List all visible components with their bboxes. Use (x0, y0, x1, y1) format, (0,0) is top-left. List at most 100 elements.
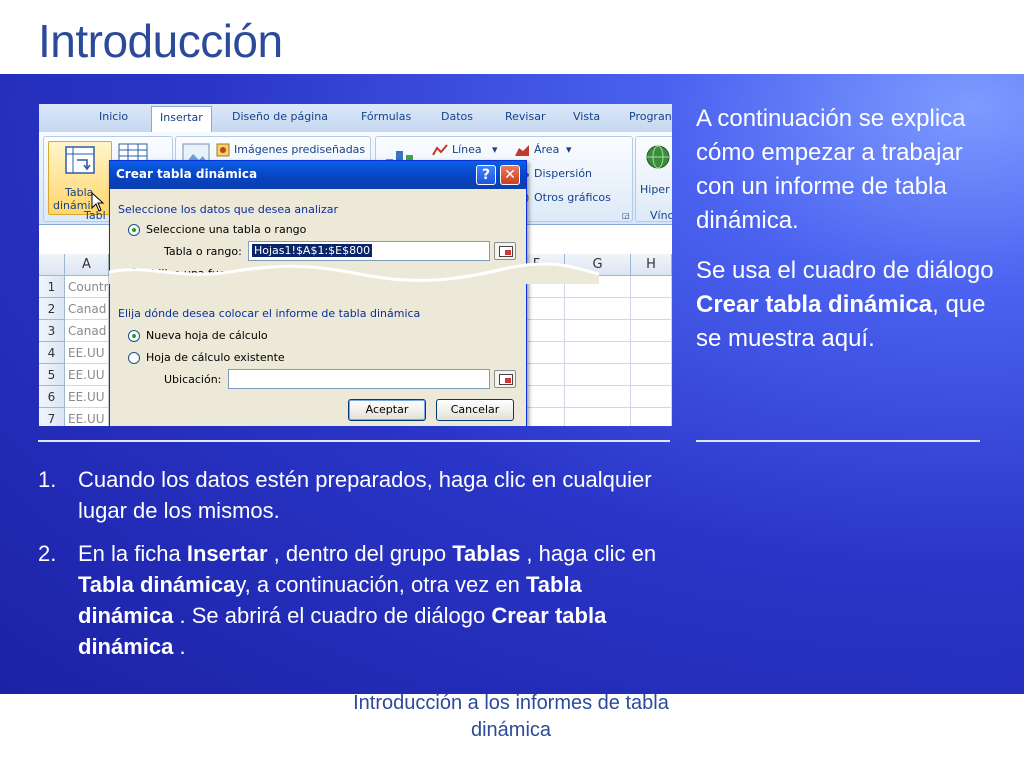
dialog-paragraph: Se usa el cuadro de diálogo Crear tabla … (696, 254, 996, 356)
close-button[interactable]: ✕ (500, 165, 520, 185)
range-label: Tabla o rango: (164, 245, 242, 258)
tab-inicio[interactable]: Inicio (99, 110, 128, 123)
text-run: , haga clic en (520, 541, 657, 566)
table-cell[interactable]: EE.UU (65, 342, 109, 364)
table-cell[interactable] (565, 364, 631, 386)
row-header[interactable]: 3 (39, 320, 65, 342)
dialog-launcher-icon[interactable]: ◲ (622, 211, 630, 220)
dropdown-arrow-icon: ▾ (492, 143, 498, 156)
line-chart-icon (432, 144, 448, 156)
slide-footer: Introducción a los informes de tabla din… (353, 692, 669, 741)
accept-button[interactable]: Aceptar (348, 399, 426, 421)
tab-formulas[interactable]: Fórmulas (361, 110, 411, 123)
table-cell[interactable]: EE.UU (65, 408, 109, 426)
pivot-table-icon (65, 146, 95, 174)
table-cell[interactable]: Canad (65, 320, 109, 342)
table-cell[interactable] (631, 342, 672, 364)
radio-table-range[interactable] (128, 224, 140, 236)
steps-list: 1. Cuando los datos estén preparados, ha… (38, 464, 678, 674)
text-bold: Crear tabla dinámica (696, 291, 933, 318)
hyperlink-label[interactable]: Hiper (640, 183, 670, 196)
slide-title: Introducción (38, 15, 283, 67)
cancel-button[interactable]: Cancelar (436, 399, 514, 421)
column-header-a[interactable]: A (65, 254, 109, 276)
step-1: 1. Cuando los datos estén preparados, ha… (38, 464, 678, 526)
intro-paragraph: A continuación se explica cómo empezar a… (696, 105, 966, 234)
intro-description: A continuación se explica cómo empezar a… (696, 102, 996, 372)
row-header[interactable]: 6 (39, 386, 65, 408)
location-input[interactable] (228, 369, 490, 389)
line-chart-label[interactable]: Línea (452, 143, 482, 156)
excel-screenshot: Inicio Insertar Diseño de página Fórmula… (39, 104, 672, 426)
tab-programador[interactable]: Progran (629, 110, 672, 123)
table-cell[interactable]: EE.UU (65, 364, 109, 386)
radio-existing-sheet[interactable] (128, 352, 140, 364)
tab-insertar[interactable]: Insertar (151, 106, 212, 132)
pivot-label-1: Tabla (65, 186, 94, 199)
dropdown-arrow-icon: ▾ (566, 143, 572, 156)
table-cell[interactable] (631, 386, 672, 408)
text-run: . (173, 634, 186, 659)
table-cell[interactable] (631, 364, 672, 386)
step-number: 2. (38, 541, 57, 566)
table-cell[interactable] (631, 298, 672, 320)
row-header[interactable]: 4 (39, 342, 65, 364)
text-bold: Tabla dinámica (78, 572, 236, 597)
row-header[interactable]: 1 (39, 276, 65, 298)
area-chart-label[interactable]: Área (534, 143, 559, 156)
text-run: . Se abrirá el cuadro de diálogo (173, 603, 492, 628)
tab-diseno-pagina[interactable]: Diseño de página (232, 110, 328, 123)
step-text: Cuando los datos estén preparados, haga … (78, 467, 652, 523)
table-cell[interactable] (565, 386, 631, 408)
tab-revisar[interactable]: Revisar (505, 110, 545, 123)
divider-left (38, 440, 670, 442)
step-2: 2. En la ficha Insertar , dentro del gru… (38, 538, 678, 662)
tab-datos[interactable]: Datos (441, 110, 473, 123)
divider-right (696, 440, 980, 442)
area-chart-icon (515, 145, 529, 156)
range-input[interactable]: Hojas1!$A$1:$E$800 (248, 241, 490, 261)
table-cell[interactable] (631, 408, 672, 426)
step-number: 1. (38, 467, 57, 492)
text-run: , dentro del grupo (267, 541, 453, 566)
table-cell[interactable] (565, 298, 631, 320)
other-charts-label[interactable]: Otros gráficos (534, 191, 611, 204)
table-cell[interactable]: Country (65, 276, 109, 298)
text-run: Se usa el cuadro de diálogo (696, 257, 994, 284)
clipart-label[interactable]: Imágenes prediseñadas (234, 143, 365, 156)
scatter-chart-label[interactable]: Dispersión (534, 167, 592, 180)
row-header[interactable]: 5 (39, 364, 65, 386)
table-cell[interactable] (565, 342, 631, 364)
table-cell[interactable]: EE.UU (65, 386, 109, 408)
option-existing-sheet-label: Hoja de cálculo existente (146, 351, 285, 364)
range-input-value: Hojas1!$A$1:$E$800 (252, 244, 373, 257)
tab-vista[interactable]: Vista (573, 110, 600, 123)
table-cell[interactable] (565, 320, 631, 342)
option-table-range-label: Seleccione una tabla o rango (146, 223, 307, 236)
table-cell[interactable] (565, 408, 631, 426)
group-label-tablas: Tabl (84, 209, 106, 222)
dialog-title-bar[interactable]: Crear tabla dinámica ? ✕ (110, 161, 526, 189)
create-pivot-dialog: Crear tabla dinámica ? ✕ Seleccione los … (109, 160, 527, 426)
text-bold: Tablas (452, 541, 521, 566)
clipart-icon (216, 143, 230, 157)
radio-new-sheet[interactable] (128, 330, 140, 342)
group-vinculos: Hiper Vínc (635, 136, 672, 222)
help-button[interactable]: ? (476, 165, 496, 185)
table-cell[interactable] (631, 276, 672, 298)
text-bold: Insertar (186, 541, 268, 566)
range-selector-icon[interactable] (494, 242, 516, 260)
location-label: Ubicación: (164, 373, 222, 386)
location-selector-icon[interactable] (494, 370, 516, 388)
row-header[interactable]: 2 (39, 298, 65, 320)
table-cell[interactable] (631, 320, 672, 342)
row-header[interactable]: 7 (39, 408, 65, 426)
table-cell[interactable]: Canad (65, 298, 109, 320)
section-select-data: Seleccione los datos que desea analizar (118, 203, 339, 216)
text-run: En la ficha (78, 541, 187, 566)
ribbon-tabs: Inicio Insertar Diseño de página Fórmula… (39, 104, 672, 133)
pivot-table-button[interactable]: Tabla dinámi (48, 141, 112, 215)
column-header-h[interactable]: H (631, 254, 672, 276)
globe-icon (646, 145, 670, 169)
select-all-corner[interactable] (39, 254, 65, 276)
